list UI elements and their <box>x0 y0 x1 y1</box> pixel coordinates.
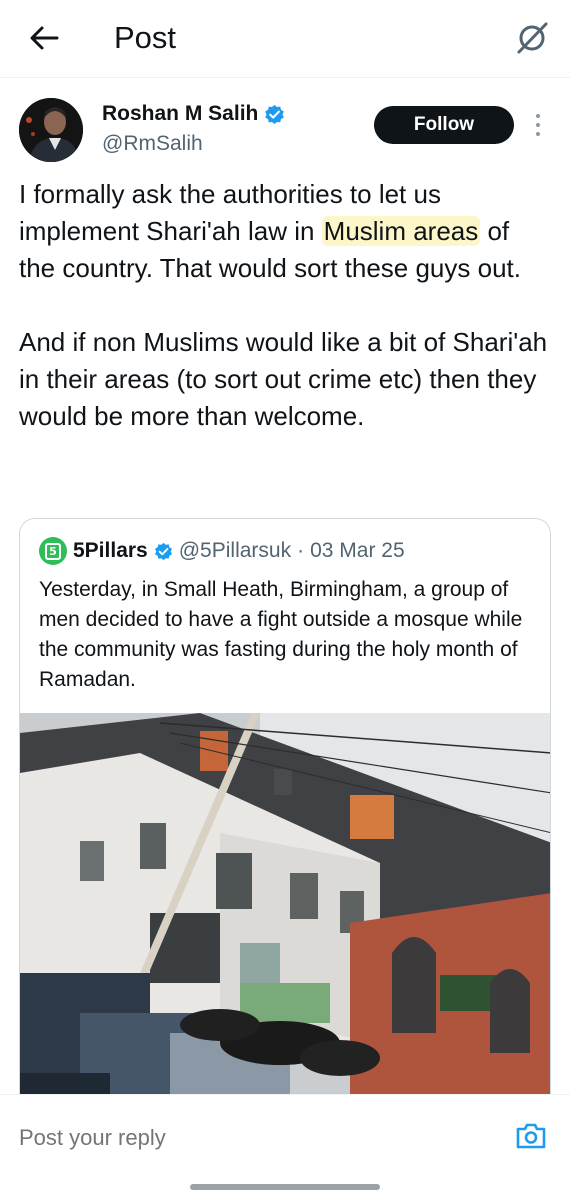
home-indicator[interactable] <box>190 1184 380 1190</box>
author-name-row[interactable]: Roshan M Salih <box>102 100 285 128</box>
top-bar: Post <box>0 0 570 78</box>
follow-button[interactable]: Follow <box>374 106 514 144</box>
grok-button[interactable] <box>512 18 552 58</box>
quoted-post-date: 03 Mar 25 <box>310 539 405 562</box>
quoted-tweet-text: Yesterday, in Small Heath, Birmingham, a… <box>39 578 523 691</box>
highlighted-text: Muslim areas <box>321 216 481 246</box>
tweet-text: I formally ask the authorities to let us… <box>19 176 549 435</box>
more-dot-icon <box>536 123 540 127</box>
more-options-button[interactable] <box>528 110 548 140</box>
verified-badge-icon <box>154 542 172 560</box>
tweet-text-part: of the country. That would sort these gu… <box>19 216 548 431</box>
author-avatar[interactable] <box>19 98 83 162</box>
grok-icon <box>517 22 548 54</box>
reply-input[interactable] <box>19 1123 419 1153</box>
verified-badge-icon <box>265 104 285 124</box>
quoted-tweet-card[interactable]: 5 5Pillars @5Pillarsuk · 03 Mar 25 Yeste… <box>19 518 551 1118</box>
quoted-tweet-header: 5 5Pillars @5Pillarsuk · 03 Mar 25 <box>39 537 405 565</box>
page-title: Post <box>114 20 177 55</box>
street-scene-image <box>20 713 550 1117</box>
author-name: Roshan M Salih <box>102 102 259 125</box>
back-button[interactable] <box>26 20 62 56</box>
camera-icon <box>516 1123 546 1149</box>
5pillars-logo-icon: 5 <box>39 537 67 565</box>
more-dot-icon <box>536 114 540 118</box>
quoted-author-name: 5Pillars <box>73 539 148 562</box>
camera-button[interactable] <box>514 1121 548 1151</box>
arrow-left-icon <box>30 26 59 50</box>
dot-separator: · <box>297 539 305 562</box>
more-dot-icon <box>536 132 540 136</box>
quoted-video-thumbnail[interactable] <box>20 713 550 1117</box>
quoted-author-handle: @5Pillarsuk <box>178 539 292 562</box>
reply-composer-bar <box>0 1094 570 1182</box>
author-handle[interactable]: @RmSalih <box>102 130 203 158</box>
